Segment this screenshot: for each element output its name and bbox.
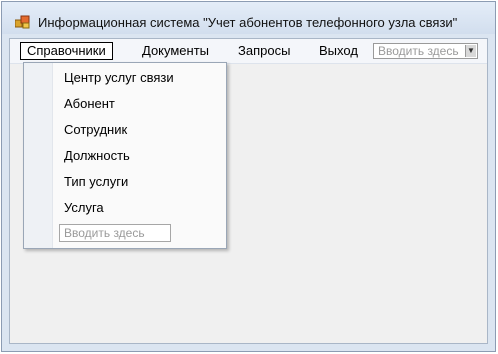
- title-bar[interactable]: Информационная система "Учет абонентов т…: [2, 2, 495, 34]
- menu-vyhod[interactable]: Выход: [313, 42, 364, 60]
- dropdown-item-sotrudnik[interactable]: Сотрудник: [64, 122, 127, 138]
- spravochniki-dropdown: Центр услуг связи Абонент Сотрудник Долж…: [23, 62, 227, 249]
- dropdown-item-centr-uslug[interactable]: Центр услуг связи: [64, 70, 174, 86]
- app-icon[interactable]: [14, 15, 31, 29]
- menu-new-item-placeholder: Вводить здесь: [378, 44, 459, 58]
- menu-zaprosy[interactable]: Запросы: [232, 42, 296, 60]
- dropdown-icon-stripe: [24, 63, 53, 248]
- dropdown-item-abonent[interactable]: Абонент: [64, 96, 115, 112]
- menu-bar: Справочники Документы Запросы Выход Ввод…: [10, 39, 487, 64]
- menu-new-item-input[interactable]: Вводить здесь ▼: [373, 43, 478, 59]
- dropdown-new-item-input[interactable]: Вводить здесь: [59, 224, 171, 242]
- menu-spravochniki[interactable]: Справочники: [20, 42, 113, 60]
- menu-dokumenty[interactable]: Документы: [136, 42, 215, 60]
- window-title: Информационная система "Учет абонентов т…: [38, 15, 458, 30]
- dropdown-item-usluga[interactable]: Услуга: [64, 200, 104, 216]
- dropdown-item-tip-uslugi[interactable]: Тип услуги: [64, 174, 128, 190]
- dropdown-item-dolzhnost[interactable]: Должность: [64, 148, 130, 164]
- chevron-down-icon[interactable]: ▼: [465, 45, 476, 57]
- client-area: Справочники Документы Запросы Выход Ввод…: [9, 38, 488, 344]
- app-window: Информационная система "Учет абонентов т…: [1, 1, 496, 352]
